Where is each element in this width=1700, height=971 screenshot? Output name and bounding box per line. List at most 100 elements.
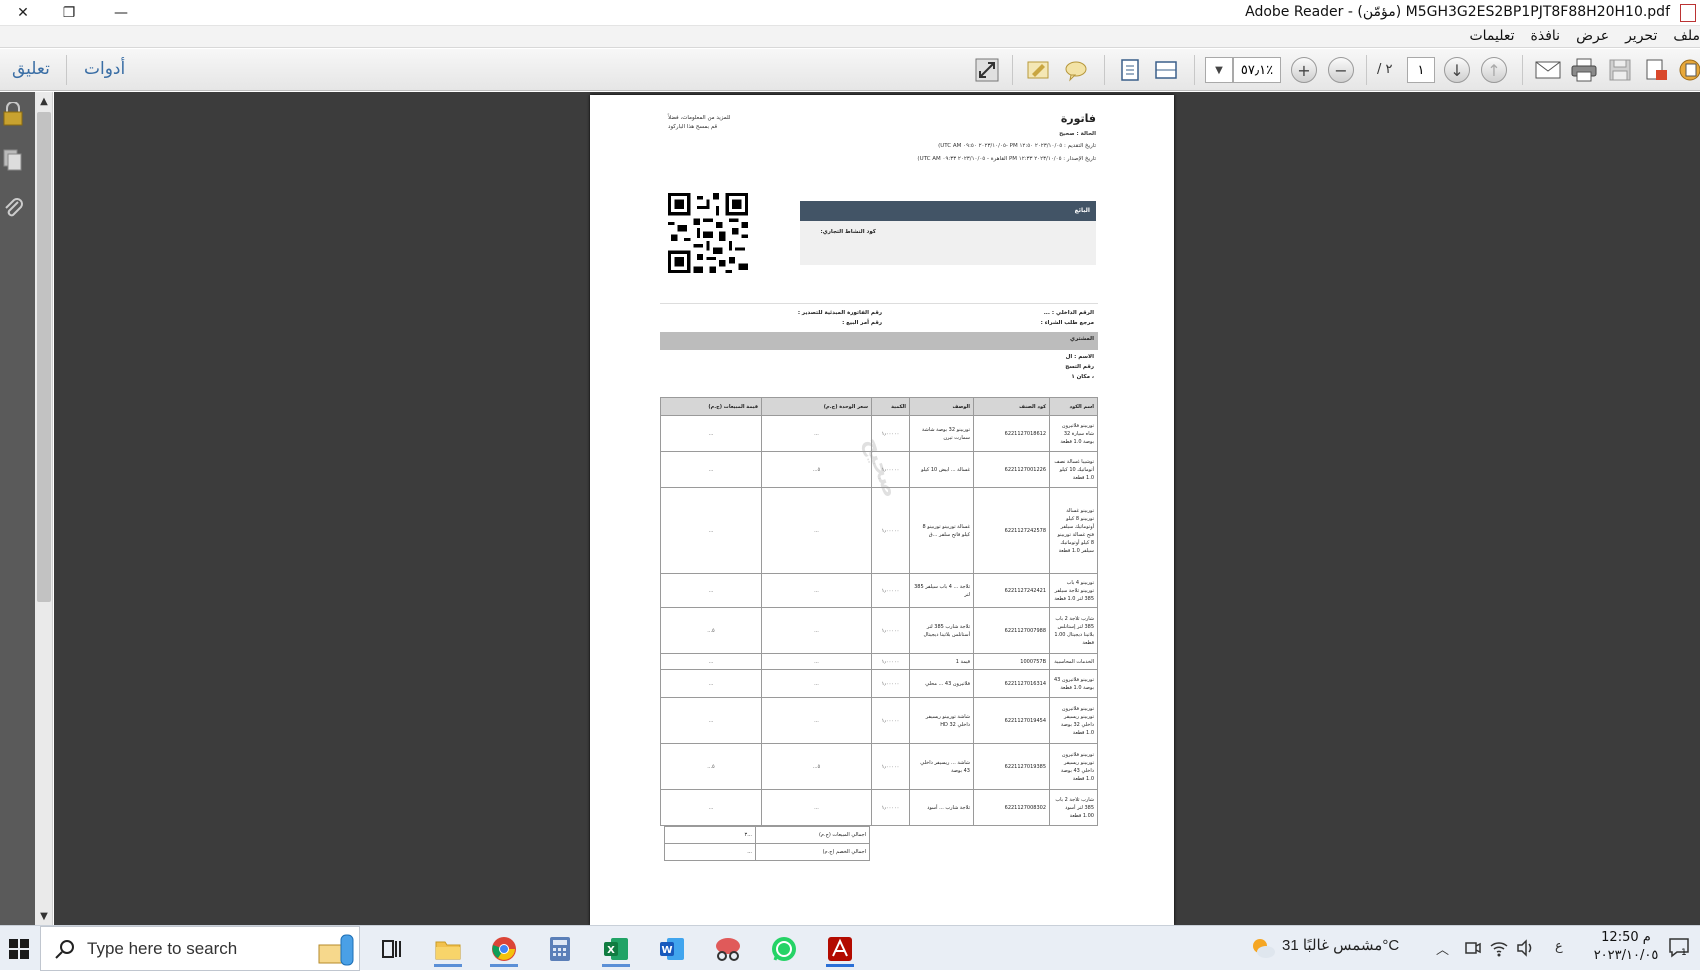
taskbar-word[interactable]: W (652, 930, 692, 967)
table-row: شارب ثلاجة 2 باب 385 لتر إستانلس بلاتينا… (660, 607, 1098, 654)
taskbar-adobe-reader[interactable] (820, 930, 860, 967)
chevron-down-icon: ▼ (1215, 64, 1223, 76)
meet-now-icon[interactable] (1464, 939, 1482, 957)
previous-page-button[interactable]: ↑ (1480, 57, 1508, 83)
taskbar-snipping-tool[interactable] (708, 930, 748, 967)
window-title: Adobe Reader - (مؤمّن) M5GH3G2ES2BP1PJT8… (1245, 4, 1670, 20)
item-sales-value-cell: ... (660, 487, 762, 574)
taskbar-excel[interactable]: X (596, 930, 636, 967)
zoom-out-button[interactable]: − (1327, 57, 1355, 83)
email-button[interactable] (1534, 57, 1562, 83)
wifi-icon[interactable] (1490, 939, 1508, 957)
taskbar-file-explorer[interactable] (428, 930, 468, 967)
close-window-button[interactable]: ✕ (0, 0, 46, 26)
toolbar-divider (1522, 55, 1523, 85)
next-page-button[interactable]: ↓ (1443, 57, 1471, 83)
lock-icon (3, 101, 23, 126)
fullscreen-button[interactable] (973, 57, 1001, 83)
item-sales-value-cell: ... (660, 789, 762, 826)
page-total: / ٢ (1377, 62, 1393, 77)
fit-width-button[interactable] (1152, 57, 1180, 83)
calculator-icon (550, 936, 570, 961)
page-number-input[interactable]: ١ (1407, 57, 1435, 83)
envelope-icon (1535, 61, 1561, 79)
zoom-input[interactable]: ٥٧٫١٪ (1233, 57, 1281, 83)
export-pdf-button[interactable] (1642, 57, 1670, 83)
total-discount-label: اجمالي الخصم (ج.م) (755, 843, 870, 861)
total-sales-row: اجمالي المبيعات (ج.م) ...٣ (664, 826, 870, 844)
scroll-down-button[interactable]: ▼ (35, 907, 53, 925)
table-header-row: اسم الكود كود الصنف الوصف الكمية سعر الو… (660, 397, 1098, 416)
attachments-panel-button[interactable] (2, 196, 26, 220)
print-button[interactable] (1570, 57, 1598, 83)
total-discount-row: اجمالي الخصم (ج.م) ... (664, 843, 870, 861)
menu-edit[interactable]: تحرير (1625, 28, 1657, 44)
volume-icon[interactable] (1516, 939, 1534, 957)
security-lock-button[interactable] (2, 101, 26, 126)
paperclip-icon (5, 198, 23, 217)
scroll-up-button[interactable]: ▲ (35, 92, 53, 110)
menu-file[interactable]: ملف (1673, 28, 1700, 44)
create-pdf-button[interactable] (1676, 57, 1700, 83)
submission-date: تاريخ التقديم : ٢٠٢٣/١٠/٠٥ ١٢:٥٠ PM -٢٠٢… (938, 143, 1096, 149)
item-description-cell: قيمة 1 (909, 653, 974, 670)
menu-window[interactable]: نافذة (1531, 28, 1561, 44)
restore-window-button[interactable]: ❐ (46, 0, 92, 26)
input-language-indicator[interactable]: ع (1555, 939, 1563, 954)
zoom-dropdown-button[interactable]: ▼ (1205, 57, 1233, 83)
comment-bubble-icon (1065, 61, 1087, 82)
folder-icon (435, 941, 461, 959)
highlight-text-button[interactable] (1024, 57, 1052, 83)
qr-code (668, 193, 748, 273)
vertical-scrollbar[interactable]: ▲ ▼ (35, 92, 53, 925)
item-unit-price-cell: ... (761, 697, 872, 744)
taskbar-chrome[interactable] (484, 930, 524, 967)
taskbar-calculator[interactable] (540, 930, 580, 967)
taskbar-search-box[interactable]: Type here to search (40, 926, 360, 971)
toolbar-divider (1194, 55, 1195, 85)
windows-taskbar: Type here to search X W مشمس غالبًا 31°C… (0, 925, 1700, 971)
table-row: توربينو غسالة توربينو 8 كيلو أوتوماتيك س… (660, 487, 1098, 574)
table-row: توربينو فلاتيرون 43 بوصة 1.0 قطعة 6221127… (660, 669, 1098, 698)
item-quantity-cell: ١٫٠٠٠٠٠ (871, 573, 910, 608)
sticky-note-button[interactable] (1062, 57, 1090, 83)
minimize-window-button[interactable]: — (98, 0, 144, 26)
save-button[interactable] (1606, 57, 1634, 83)
zoom-in-button[interactable]: + (1290, 57, 1318, 83)
show-hidden-icons-button[interactable]: ︿ (1436, 939, 1449, 958)
menu-view[interactable]: عرض (1576, 28, 1609, 44)
buyer-address: ، مكان ١ (1071, 374, 1094, 380)
menu-bar: ملف تحرير عرض نافذة تعليمات (0, 26, 1700, 48)
start-button[interactable] (0, 926, 38, 971)
minimize-icon: — (114, 5, 128, 21)
pages-panel-button[interactable] (2, 148, 26, 172)
tools-pane-button[interactable]: أدوات (84, 59, 125, 79)
comment-pane-button[interactable]: تعليق (12, 59, 50, 79)
system-clock[interactable]: 12:50 م ٢٠٢٣/١٠/٠٥ (1586, 929, 1666, 965)
fit-page-button[interactable] (1116, 57, 1144, 83)
weather-widget[interactable]: مشمس غالبًا 31°C (1282, 936, 1399, 954)
item-name-cell: توربينو 4 باب توربينو ثلاجة سيلفر 385 لت… (1049, 573, 1098, 608)
item-quantity-cell: ١٫٠٠٠٠٠ (871, 487, 910, 574)
item-name-cell: توربينو فلاتيرون 43 بوصة 1.0 قطعة (1049, 669, 1098, 698)
total-discount-value: ... (664, 843, 756, 861)
arrow-up-icon: ↑ (1481, 57, 1507, 83)
sales-order-ref-label: رقم أمر البيع : (842, 320, 882, 326)
taskbar-whatsapp[interactable] (764, 930, 804, 967)
toolbar-divider (66, 55, 67, 85)
title-bar: ✕ ❐ — Adobe Reader - (مؤمّن) M5GH3G2ES2B… (0, 0, 1700, 26)
search-icon (55, 940, 74, 959)
menu-help[interactable]: تعليمات (1469, 28, 1514, 44)
item-quantity-cell: ١٫٠٠٠٠٠ (871, 415, 910, 452)
scrollbar-thumb[interactable] (37, 112, 51, 602)
notification-center-button[interactable]: 1 (1668, 937, 1690, 963)
adobe-reader-icon (828, 936, 852, 961)
document-viewport[interactable]: فاتورة الحالة : صحيح تاريخ التقديم : ٢٠٢… (54, 92, 1700, 925)
item-code-cell: 6221127001226 (973, 451, 1050, 488)
item-code-cell: 6221127008302 (973, 789, 1050, 826)
item-quantity-cell: ١٫٠٠٠٠٠ (871, 743, 910, 790)
task-view-button[interactable] (372, 930, 412, 967)
search-highlight-icon (318, 934, 354, 966)
item-sales-value-cell: ... (660, 415, 762, 452)
running-indicator (434, 964, 462, 967)
